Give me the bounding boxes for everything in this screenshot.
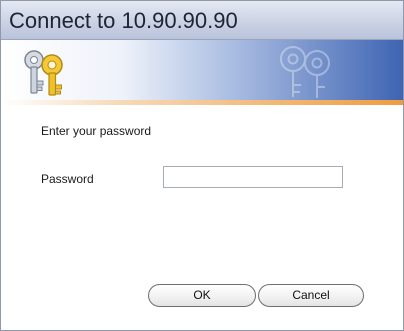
- title-bar[interactable]: Connect to 10.90.90.90: [1, 1, 403, 40]
- banner-accent-stripe: [1, 100, 403, 105]
- dialog-title: Connect to 10.90.90.90: [9, 8, 238, 33]
- keys-icon: [24, 50, 63, 96]
- keys-watermark-icon: [280, 46, 330, 98]
- password-field[interactable]: [163, 166, 343, 188]
- password-prompt: Enter your password: [41, 124, 152, 138]
- ok-button[interactable]: OK: [148, 284, 256, 307]
- cancel-button[interactable]: Cancel: [258, 284, 364, 307]
- connect-dialog: Connect to 10.90.90.90 Enter your passwo…: [0, 0, 404, 331]
- password-label: Password: [41, 172, 94, 186]
